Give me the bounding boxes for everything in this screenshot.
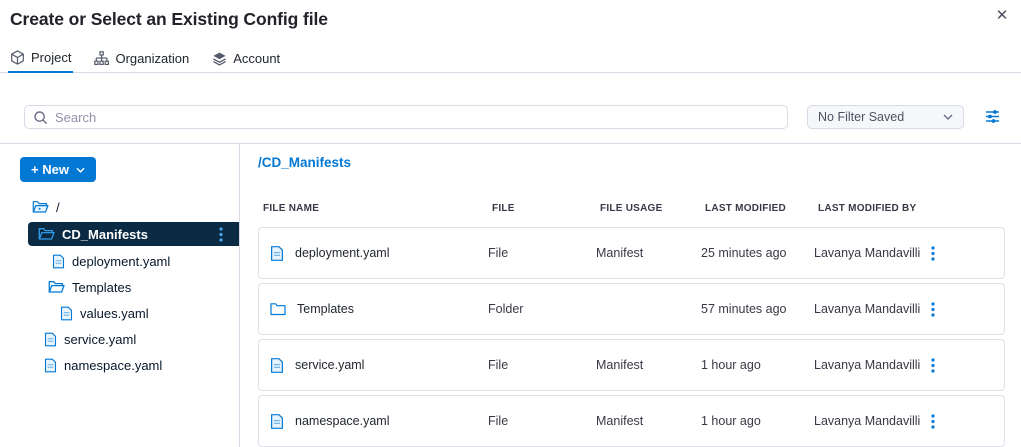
file-icon: [44, 332, 57, 347]
tree-node-root[interactable]: /: [0, 194, 239, 220]
last-modified: 25 minutes ago: [701, 246, 814, 260]
file-type: File: [488, 414, 596, 428]
file-usage: Manifest: [596, 358, 701, 372]
last-modified-by: Lavanya Mandavilli: [814, 246, 931, 260]
col-header-last-modified-by: LAST MODIFIED BY: [818, 203, 935, 214]
filter-sliders-icon[interactable]: [984, 108, 1001, 125]
tree-node-values-yaml[interactable]: values.yaml: [0, 300, 239, 326]
file-name: namespace.yaml: [295, 414, 390, 428]
tab-project-label: Project: [31, 50, 71, 65]
col-header-file: FILE: [492, 203, 600, 214]
tree-node-service-yaml[interactable]: service.yaml: [0, 326, 239, 352]
saved-filter-value: No Filter Saved: [818, 110, 904, 124]
open-folder-icon: [48, 280, 65, 294]
table-header-row: FILE NAME FILE FILE USAGE LAST MODIFIED …: [258, 203, 1005, 214]
file-icon: [52, 254, 65, 269]
folder-icon: [270, 302, 286, 316]
search-icon: [33, 110, 48, 125]
table-row-templates[interactable]: Templates Folder 57 minutes ago Lavanya …: [258, 283, 1005, 335]
tab-account[interactable]: Account: [210, 44, 282, 72]
tree-node-label: deployment.yaml: [72, 254, 170, 269]
kebab-menu-icon[interactable]: [931, 414, 935, 429]
file-name: Templates: [297, 302, 354, 316]
file-type: File: [488, 358, 596, 372]
search-box[interactable]: [24, 105, 788, 129]
file-name: service.yaml: [295, 358, 364, 372]
organization-hierarchy-icon: [94, 51, 109, 66]
last-modified-by: Lavanya Mandavilli: [814, 358, 931, 372]
page-title: Create or Select an Existing Config file: [10, 9, 328, 30]
new-button-label: + New: [31, 162, 69, 177]
tree-node-label: /: [56, 200, 60, 215]
tree-node-label: namespace.yaml: [64, 358, 162, 373]
file-icon: [270, 413, 284, 430]
open-folder-icon: [32, 200, 49, 214]
open-folder-icon: [38, 227, 55, 241]
kebab-menu-icon[interactable]: [219, 227, 223, 242]
file-type: File: [488, 246, 596, 260]
chevron-down-icon: [943, 114, 953, 120]
account-layers-icon: [212, 51, 227, 66]
tree-node-namespace-yaml[interactable]: namespace.yaml: [0, 352, 239, 378]
last-modified-by: Lavanya Mandavilli: [814, 414, 931, 428]
kebab-menu-icon[interactable]: [931, 358, 935, 373]
scope-tabs: Project Organization Acc: [0, 44, 1021, 73]
last-modified-by: Lavanya Mandavilli: [814, 302, 931, 316]
tree-node-label: Templates: [72, 280, 131, 295]
file-list-panel: /CD_Manifests FILE NAME FILE FILE USAGE …: [240, 144, 1021, 447]
file-icon: [60, 306, 73, 321]
file-tree-panel: + New / CD_Manifests: [0, 144, 240, 447]
close-icon[interactable]: ✕: [991, 5, 1013, 27]
file-icon: [270, 245, 284, 262]
col-header-file-name: FILE NAME: [263, 203, 492, 214]
tree-node-label: service.yaml: [64, 332, 136, 347]
kebab-menu-icon[interactable]: [931, 302, 935, 317]
tree-node-label: CD_Manifests: [62, 227, 148, 242]
tab-project[interactable]: Project: [8, 45, 73, 73]
last-modified: 57 minutes ago: [701, 302, 814, 316]
tab-account-label: Account: [233, 51, 280, 66]
file-icon: [44, 358, 57, 373]
last-modified: 1 hour ago: [701, 414, 814, 428]
file-name: deployment.yaml: [295, 246, 390, 260]
tree-node-deployment-yaml[interactable]: deployment.yaml: [0, 248, 239, 274]
tree-node-templates[interactable]: Templates: [0, 274, 239, 300]
table-row-deployment-yaml[interactable]: deployment.yaml File Manifest 25 minutes…: [258, 227, 1005, 279]
tab-organization[interactable]: Organization: [92, 44, 191, 72]
file-type: Folder: [488, 302, 596, 316]
tab-organization-label: Organization: [115, 51, 189, 66]
col-header-file-usage: FILE USAGE: [600, 203, 705, 214]
search-input[interactable]: [55, 110, 779, 125]
last-modified: 1 hour ago: [701, 358, 814, 372]
chevron-down-icon: [76, 167, 85, 173]
saved-filter-dropdown[interactable]: No Filter Saved: [807, 105, 964, 129]
breadcrumb[interactable]: /CD_Manifests: [258, 155, 1021, 170]
table-row-namespace-yaml[interactable]: namespace.yaml File Manifest 1 hour ago …: [258, 395, 1005, 447]
tree-node-cd-manifests[interactable]: CD_Manifests: [28, 222, 239, 246]
file-usage: Manifest: [596, 246, 701, 260]
project-cube-icon: [10, 50, 25, 65]
table-row-service-yaml[interactable]: service.yaml File Manifest 1 hour ago La…: [258, 339, 1005, 391]
file-icon: [270, 357, 284, 374]
file-tree: / CD_Manifests: [0, 194, 239, 378]
new-button[interactable]: + New: [20, 157, 96, 182]
kebab-menu-icon[interactable]: [931, 246, 935, 261]
tree-node-label: values.yaml: [80, 306, 149, 321]
file-usage: Manifest: [596, 414, 701, 428]
col-header-last-modified: LAST MODIFIED: [705, 203, 818, 214]
